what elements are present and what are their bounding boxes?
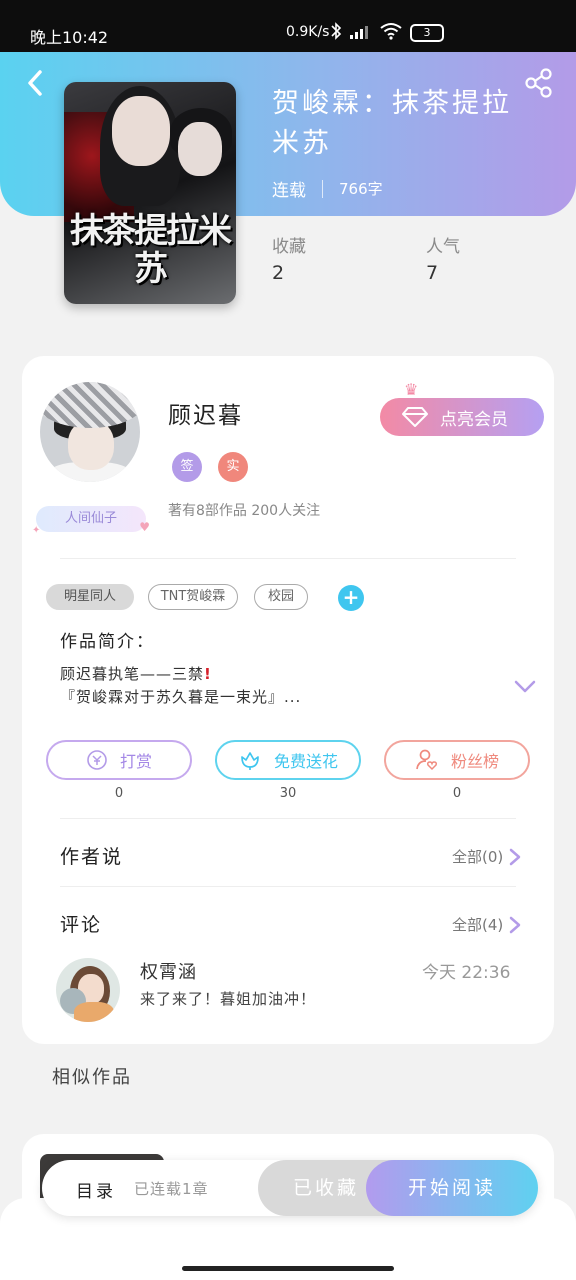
wifi-icon (380, 22, 402, 44)
reward-button[interactable]: 打赏 (46, 740, 192, 780)
status-bar: 晚上10:42 0.9K/s 3 (0, 0, 576, 52)
bluetooth-icon (330, 22, 342, 44)
book-title: 贺峻霖：抹茶提拉米苏 (272, 88, 512, 159)
divider (60, 558, 516, 559)
cover-title: 抹茶提拉米苏 (70, 211, 232, 289)
popularity-label: 人气 (426, 237, 460, 257)
book-status-row: 连载 766字 (272, 176, 383, 201)
word-count: 766字 (339, 180, 383, 198)
fans-ranking-label: 粉丝榜 (450, 752, 499, 771)
user-title-badge: ✦ 人间仙子 ♥ (32, 506, 150, 536)
author-says-title: 作者说 (60, 846, 124, 868)
reward-label: 打赏 (119, 752, 152, 771)
verified-badge: 实 (218, 452, 248, 482)
comments-all-label: 全部(4) (452, 916, 504, 934)
expand-intro-chevron-icon[interactable] (514, 680, 536, 694)
user-heart-icon (416, 749, 437, 771)
tag-campus[interactable]: 校园 (254, 584, 308, 610)
comment-time: 今天 22:36 (422, 963, 511, 983)
fans-ranking-button[interactable]: 粉丝榜 (384, 740, 530, 780)
vip-button[interactable]: 点亮会员 (380, 398, 544, 436)
intro-line-1: 顾迟暮执笔——三禁! (60, 665, 212, 683)
chapter-status: 已连载1章 (134, 1180, 209, 1198)
add-tag-button[interactable]: + (338, 585, 364, 611)
back-button[interactable] (20, 66, 54, 100)
intro-line-2: 『贺峻霖对于苏久暮是一束光』... (60, 688, 302, 706)
author-name[interactable]: 顾迟暮 (168, 396, 243, 430)
commenter-name[interactable]: 权霄涵 (140, 958, 197, 984)
diamond-icon (402, 407, 428, 427)
network-speed: 0.9K/s (286, 24, 330, 40)
start-reading-button[interactable]: 开始阅读 (366, 1160, 538, 1216)
fans-count: 0 (452, 786, 462, 801)
author-avatar[interactable] (40, 382, 140, 482)
status-time: 晚上10:42 (30, 28, 109, 47)
divider (60, 818, 516, 819)
popularity-value: 7 (426, 262, 439, 284)
toc-button[interactable]: 目录 (76, 1177, 116, 1202)
coin-icon (87, 750, 107, 770)
comments-title: 评论 (60, 914, 103, 936)
chevron-right-icon (510, 848, 521, 865)
free-flower-button[interactable]: 免费送花 (215, 740, 361, 780)
signal-icon (350, 26, 368, 39)
user-title-text: 人间仙子 (64, 511, 117, 526)
status-divider (322, 179, 323, 198)
comments-all-link[interactable]: 全部(4) (452, 914, 521, 935)
flower-count: 30 (279, 786, 297, 801)
chevron-right-icon (510, 916, 521, 933)
free-flower-label: 免费送花 (273, 752, 338, 771)
divider (60, 886, 516, 887)
home-indicator[interactable] (182, 1266, 394, 1271)
crown-icon: ♛ (404, 380, 419, 399)
signed-badge: 签 (172, 452, 202, 482)
vip-button-label: 点亮会员 (440, 409, 508, 430)
author-stats: 著有8部作品 200人关注 (168, 503, 321, 519)
chevron-left-icon (28, 70, 42, 96)
reward-count: 0 (114, 786, 124, 801)
tag-tnt[interactable]: TNT贺峻霖 (148, 584, 238, 610)
comment-text: 来了来了！暮姐加油冲！ (140, 990, 317, 1008)
book-cover[interactable]: 抹茶提拉米苏 (64, 82, 236, 304)
commenter-avatar[interactable] (56, 958, 120, 1022)
heart-icon: ♥ (139, 520, 150, 534)
battery-icon: 3 (410, 24, 444, 42)
author-says-all-link[interactable]: 全部(0) (452, 846, 521, 867)
favorites-value: 2 (272, 262, 285, 284)
author-says-all-label: 全部(0) (452, 848, 504, 866)
flower-icon (241, 752, 259, 770)
serial-status: 连载 (272, 181, 306, 201)
favorites-label: 收藏 (272, 237, 306, 257)
exclamation-icon: ! (204, 665, 212, 683)
intro-title: 作品简介： (60, 632, 155, 652)
tag-star-fanfic[interactable]: 明星同人 (46, 584, 134, 610)
similar-works-title: 相似作品 (52, 1067, 132, 1088)
star-icon: ✦ (32, 525, 41, 536)
